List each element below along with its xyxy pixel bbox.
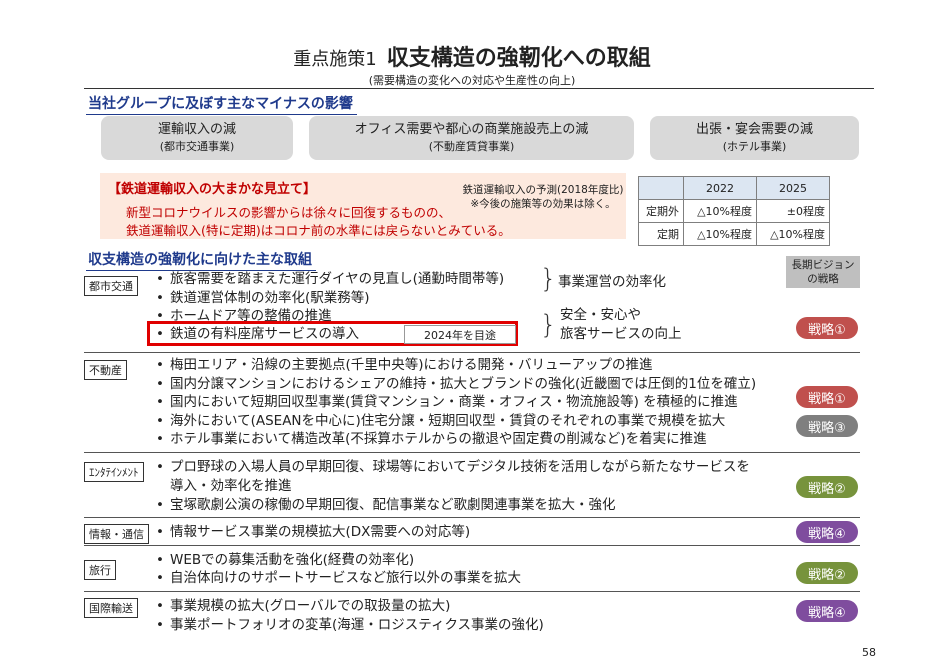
long-term-vision-header-line: の戦略 xyxy=(807,273,839,285)
impact-box-line1: 運輸収入の減 xyxy=(157,122,236,137)
divider xyxy=(84,545,860,546)
list-item: • 国内において短期回収型事業(賃貸マンション・商業・オフィス・物流施設等) を積… xyxy=(156,394,738,410)
group-label-safety: 安全・安心や xyxy=(560,307,641,323)
forecast-table-corner xyxy=(638,176,684,200)
list-item: • ホテル事業において構造改革(不採算ホテルからの撤退や固定費の削減など)を着実に… xyxy=(156,431,707,447)
forecast-table-header: 2022 xyxy=(683,176,757,200)
list-item: • 旅客需要を踏まえた運行ダイヤの見直し(通勤時間帯等) xyxy=(156,271,505,287)
category-international-logistics: 国際輸送 xyxy=(84,598,138,618)
impact-box-line2: (不動産賃貸事業) xyxy=(428,140,515,153)
target-note: 2024年を目途 xyxy=(404,325,516,344)
forecast-row-label: 定期 xyxy=(638,222,684,246)
list-item: • 事業ポートフォリオの変革(海運・ロジスティクス事業の強化) xyxy=(156,617,544,633)
brace-icon: } xyxy=(540,264,557,294)
railway-outlook-line: 新型コロナウイルスの影響からは徐々に回復するものの、 xyxy=(126,205,452,220)
category-real-estate: 不動産 xyxy=(84,360,127,380)
forecast-table: 2022 2025 定期外 △10%程度 ±0程度 定期 △10%程度 △10%… xyxy=(638,176,830,246)
forecast-cell: △10%程度 xyxy=(683,199,757,223)
list-item: • WEBでの募集活動を強化(経費の効率化) xyxy=(156,552,415,568)
divider xyxy=(84,517,860,518)
forecast-cell: △10%程度 xyxy=(756,222,830,246)
list-item: • 事業規模の拡大(グローバルでの取扱量の拡大) xyxy=(156,598,451,614)
forecast-table-header: 2025 xyxy=(756,176,830,200)
divider xyxy=(84,591,860,592)
title-prefix: 重点施策1 xyxy=(293,49,377,70)
long-term-vision-header: 長期ビジョン の戦略 xyxy=(786,256,860,288)
railway-outlook-title: 【鉄道運輸収入の大まかな見立て】 xyxy=(108,182,317,197)
list-item: • 国内分譲マンションにおけるシェアの維持・拡大とブランドの強化(近畿圏では圧倒的… xyxy=(156,376,757,392)
long-term-vision-header-line: 長期ビジョン xyxy=(791,259,855,271)
forecast-cell: ±0程度 xyxy=(756,199,830,223)
list-item: • 情報サービス事業の規模拡大(DX需要への対応等) xyxy=(156,524,471,540)
forecast-cell: △10%程度 xyxy=(683,222,757,246)
title-rule xyxy=(84,88,874,89)
category-travel: 旅行 xyxy=(84,560,116,580)
list-item: • プロ野球の入場人員の早期回復、球場等においてデジタル技術を活用しながら新たなサ… xyxy=(156,459,750,475)
category-entertainment: ｴﾝﾀﾃｲﾝﾒﾝﾄ xyxy=(84,462,144,482)
list-item-continuation: 導入・効率化を推進 xyxy=(170,478,292,494)
list-item: • 梅田エリア・沿線の主要拠点(千里中央等)における開発・バリューアップの推進 xyxy=(156,357,653,373)
impact-box-line1: 出張・宴会需要の減 xyxy=(695,122,813,137)
list-item: • 宝塚歌劇公演の稼働の早期回復、配信事業など歌劇関連事業を拡大・強化 xyxy=(156,497,616,513)
list-item: • 海外において(ASEANを中心に)住宅分譲・短期回収型・賃貸のそれぞれの事業で… xyxy=(156,413,726,429)
forecast-table-row: 定期 △10%程度 △10%程度 xyxy=(638,222,830,246)
forecast-label-text: 鉄道運輸収入の予測(2018年度比) xyxy=(462,184,624,196)
group-label-efficiency: 事業運営の効率化 xyxy=(558,274,666,290)
strategy-badge-2: 戦略② xyxy=(796,562,858,584)
forecast-label: 鉄道運輸収入の予測(2018年度比) ※今後の施策等の効果は除く。 xyxy=(448,183,638,211)
list-item: • 自治体向けのサポートサービスなど旅行以外の事業を拡大 xyxy=(156,570,521,586)
strategy-badge-2: 戦略② xyxy=(796,476,858,498)
impact-box-rail: 運輸収入の減 (都市交通事業) xyxy=(101,116,293,160)
group-label-safety: 旅客サービスの向上 xyxy=(560,326,682,342)
list-item: • 鉄道運営体制の効率化(駅業務等) xyxy=(156,290,370,306)
category-urban-transport: 都市交通 xyxy=(84,276,138,296)
page-subtitle: (需要構造の変化への対応や生産性の向上) xyxy=(368,74,576,87)
brace-icon: } xyxy=(540,310,557,340)
strategy-badge-4: 戦略④ xyxy=(796,600,858,622)
divider xyxy=(84,452,860,453)
impact-heading: 当社グループに及ぼす主なマイナスの影響 xyxy=(86,93,357,115)
impact-box-hotel: 出張・宴会需要の減 (ホテル事業) xyxy=(650,116,859,160)
strategy-badge-1: 戦略① xyxy=(796,317,858,339)
forecast-table-row: 定期外 △10%程度 ±0程度 xyxy=(638,199,830,223)
impact-box-realestate: オフィス需要や都心の商業施設売上の減 (不動産賃貸事業) xyxy=(309,116,634,160)
divider xyxy=(84,352,860,353)
forecast-row-label: 定期外 xyxy=(638,199,684,223)
impact-box-line2: (都市交通事業) xyxy=(159,140,235,153)
category-info-communication: 情報・通信 xyxy=(84,524,149,544)
page-title: 重点施策1 収支構造の強靭化への取組 xyxy=(0,40,944,72)
impact-box-line2: (ホテル事業) xyxy=(722,140,787,153)
page-number: 58 xyxy=(862,646,876,659)
impact-box-line1: オフィス需要や都心の商業施設売上の減 xyxy=(354,122,589,137)
strategy-badge-3: 戦略③ xyxy=(796,415,858,437)
strategy-badge-4: 戦略④ xyxy=(796,521,858,543)
initiatives-heading: 収支構造の強靭化に向けた主な取組 xyxy=(86,249,316,271)
title-main: 収支構造の強靭化への取組 xyxy=(386,46,651,71)
forecast-table-header-row: 2022 2025 xyxy=(638,176,830,200)
forecast-note: ※今後の施策等の効果は除く。 xyxy=(470,198,616,210)
railway-outlook-line: 鉄道運輸収入(特に定期)はコロナ前の水準には戻らないとみている。 xyxy=(126,223,511,238)
strategy-badge-1: 戦略① xyxy=(796,386,858,408)
